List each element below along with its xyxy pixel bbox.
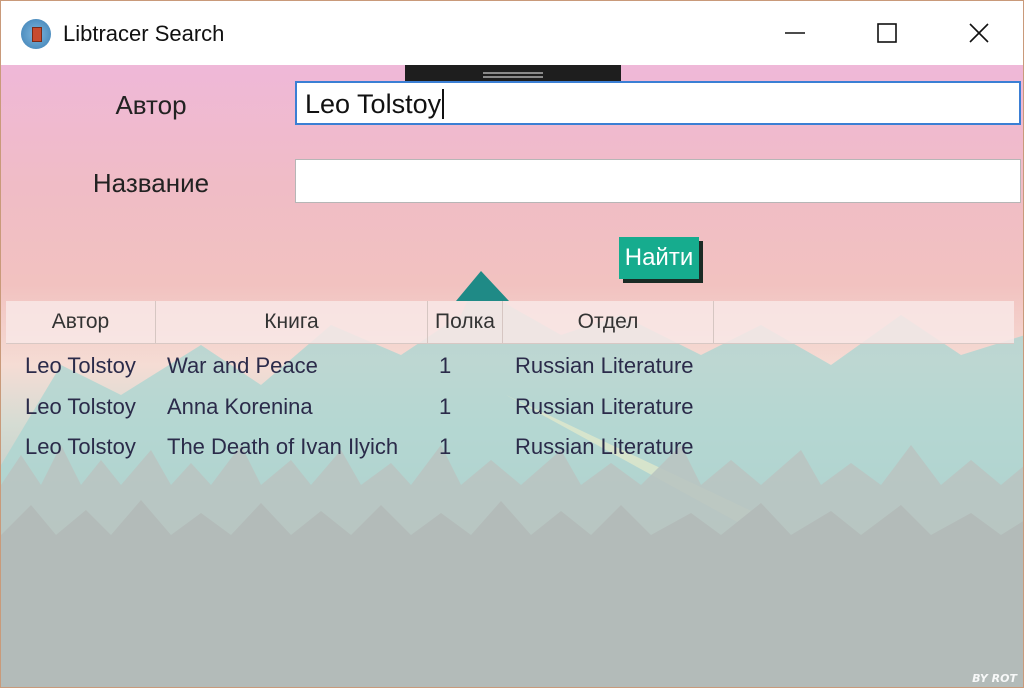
cell-section: Russian Literature (515, 353, 694, 378)
cell-section: Russian Literature (515, 434, 694, 459)
title-bar[interactable]: Libtracer Search (1, 1, 1023, 65)
table-row[interactable]: Leo Tolstoy Anna Korenina 1 Russian Lite… (6, 386, 1014, 427)
artist-watermark: BY ROT (972, 672, 1017, 685)
cell-author: Leo Tolstoy (25, 353, 136, 378)
column-header-author[interactable]: Автор (6, 301, 156, 343)
cell-book: War and Peace (167, 353, 318, 378)
cell-shelf: 1 (439, 353, 452, 378)
author-input[interactable]: Leo Tolstoy (295, 81, 1021, 125)
cell-book: Anna Korenina (167, 394, 313, 419)
close-icon (969, 23, 989, 43)
app-icon (21, 19, 51, 49)
column-header-shelf[interactable]: Полка (428, 301, 503, 343)
window-title: Libtracer Search (63, 21, 225, 46)
table-row[interactable]: Leo Tolstoy The Death of Ivan Ilyich 1 R… (6, 426, 1014, 467)
column-header-section[interactable]: Отдел (503, 301, 714, 343)
close-button[interactable] (933, 1, 1023, 65)
table-header: Автор Книга Полка Отдел (6, 301, 1014, 344)
search-button[interactable]: Найти (619, 237, 699, 279)
maximize-icon (877, 23, 897, 43)
app-window: Libtracer Search Автор Leo Tolstoy Назва… (0, 0, 1024, 688)
cell-shelf: 1 (439, 434, 452, 459)
cell-shelf: 1 (439, 394, 452, 419)
cell-author: Leo Tolstoy (25, 394, 136, 419)
title-input[interactable] (295, 159, 1021, 203)
column-header-book[interactable]: Книга (156, 301, 428, 343)
cell-section: Russian Literature (515, 394, 694, 419)
results-table: Автор Книга Полка Отдел Leo Tolstoy War … (6, 301, 1019, 685)
minimize-button[interactable] (749, 1, 841, 65)
maximize-button[interactable] (841, 1, 933, 65)
table-row[interactable]: Leo Tolstoy War and Peace 1 Russian Lite… (6, 345, 1014, 386)
author-input-text: Leo Tolstoy (305, 89, 442, 119)
title-label: Название (92, 168, 210, 198)
cell-book: The Death of Ivan Ilyich (167, 434, 399, 459)
mountain-peak (456, 271, 509, 301)
main-content: Автор Leo Tolstoy Название Найти Автор К… (1, 65, 1023, 687)
text-caret (442, 89, 445, 119)
cell-author: Leo Tolstoy (25, 434, 136, 459)
minimize-icon (785, 32, 805, 34)
author-label: Автор (115, 90, 187, 120)
